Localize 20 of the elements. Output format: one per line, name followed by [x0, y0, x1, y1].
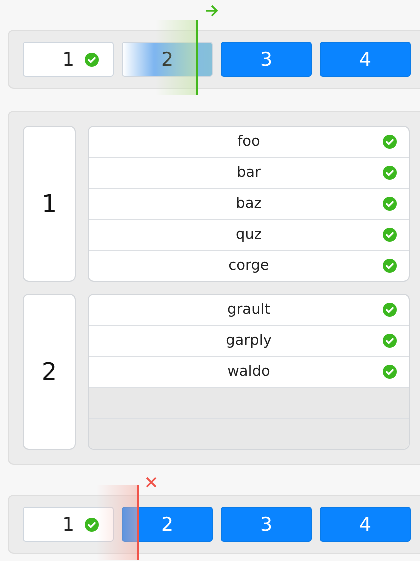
close-icon — [146, 477, 157, 488]
step-tab[interactable]: 4 — [320, 507, 411, 542]
step-tab[interactable]: 1 — [23, 42, 114, 77]
step-tab[interactable]: 1 — [23, 507, 114, 542]
item-label: quz — [236, 227, 262, 243]
item-label: bar — [236, 165, 262, 181]
item-label: baz — [236, 196, 262, 212]
item-label: corge — [228, 258, 270, 274]
item-label: foo — [238, 134, 260, 150]
step-tab[interactable]: 3 — [221, 42, 312, 77]
step-tab[interactable]: 3 — [221, 507, 312, 542]
group-number: 1 — [23, 126, 76, 282]
arrow-icon — [205, 4, 219, 18]
item-label: waldo — [228, 364, 270, 380]
step-tab[interactable]: 4 — [320, 42, 411, 77]
step-tab[interactable]: 2 — [122, 507, 213, 542]
group-number: 2 — [23, 294, 76, 450]
item-label: garply — [226, 333, 272, 349]
item-label: grault — [228, 302, 270, 318]
step-tab[interactable]: 2 — [122, 42, 213, 77]
